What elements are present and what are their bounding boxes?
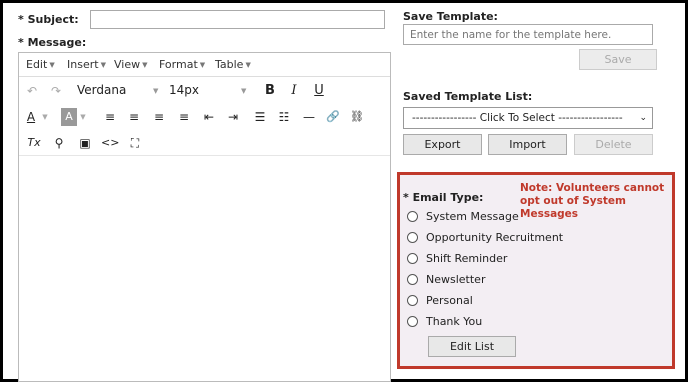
subject-label: * Subject: [18,13,79,26]
email-type-note: Note: Volunteers cannot opt out of Syste… [520,182,665,220]
chevron-down-icon[interactable]: ▼ [41,108,49,126]
toolbar-divider [19,155,390,156]
message-editor[interactable]: Edit ▼ Insert ▼ View ▼ Format ▼ Table ▼ [18,52,391,382]
underline-icon[interactable]: U [310,82,328,100]
option-label: Newsletter [426,273,486,286]
source-code-icon[interactable]: <> [101,134,119,152]
unlink-icon[interactable]: ⛓ [348,108,366,126]
menu-insert[interactable]: Insert ▼ [67,58,106,71]
save-template-label: Save Template: [403,10,498,23]
italic-icon[interactable]: I [285,82,303,100]
chevron-down-icon: ⌄ [639,113,647,123]
redo-icon[interactable]: ↷ [47,82,65,100]
option-label: Thank You [426,315,483,328]
indent-icon[interactable]: ⇥ [224,108,242,126]
chevron-down-icon: ▼ [49,61,55,69]
option-label: Opportunity Recruitment [426,231,564,244]
delete-button[interactable]: Delete [574,134,653,155]
bullet-list-icon[interactable]: ☰ [251,108,269,126]
horizontal-rule-icon[interactable]: — [300,108,318,126]
email-type-label: * Email Type: [403,191,484,204]
font-family-select[interactable]: Verdana ▼ [77,83,161,97]
image-icon[interactable]: ▣ [76,134,94,152]
save-button[interactable]: Save [579,49,657,70]
export-button[interactable]: Export [403,134,482,155]
clear-formatting-icon[interactable]: Tx [25,134,43,152]
binoculars-icon[interactable]: ⚲ [50,134,68,152]
radio-button[interactable] [407,232,418,243]
option-label: System Message [426,210,519,223]
saved-template-select[interactable]: ----------------- Click To Select ------… [403,107,653,129]
text-color-icon[interactable]: A [23,108,39,126]
page-frame: * Subject: * Message: Edit ▼ Insert ▼ View… [0,0,688,382]
bold-icon[interactable]: B [261,82,279,100]
font-size-select[interactable]: 14px ▼ [169,83,249,97]
menu-view[interactable]: View ▼ [114,58,148,71]
align-center-icon[interactable]: ≡ [125,108,143,126]
align-right-icon[interactable]: ≡ [150,108,168,126]
menu-edit[interactable]: Edit ▼ [26,58,55,71]
chevron-down-icon: ▼ [241,87,247,95]
radio-button[interactable] [407,274,418,285]
edit-list-button[interactable]: Edit List [428,336,516,357]
radio-button[interactable] [407,211,418,222]
template-name-input[interactable] [403,24,653,45]
align-justify-icon[interactable]: ≡ [175,108,193,126]
chevron-down-icon: ▼ [199,61,206,69]
chevron-down-icon: ▼ [100,61,106,69]
radio-button[interactable] [407,316,418,327]
chevron-down-icon: ▼ [153,87,159,95]
menu-format[interactable]: Format ▼ [159,58,205,71]
import-button[interactable]: Import [488,134,567,155]
menu-table[interactable]: Table ▼ [215,58,251,71]
message-label: * Message: [18,36,87,49]
radio-button[interactable] [407,295,418,306]
chevron-down-icon: ▼ [142,61,148,69]
option-label: Personal [426,294,473,307]
chevron-down-icon[interactable]: ▼ [79,108,87,126]
saved-template-list-label: Saved Template List: [403,90,533,103]
chevron-down-icon: ▼ [245,61,251,69]
undo-icon[interactable]: ↶ [23,82,41,100]
link-icon[interactable]: 🔗 [324,108,342,126]
outdent-icon[interactable]: ⇤ [200,108,218,126]
email-type-panel: * Email Type: Note: Volunteers cannot op… [397,172,675,369]
background-color-icon[interactable]: A [61,108,77,126]
option-label: Shift Reminder [426,252,508,265]
numbered-list-icon[interactable]: ☷ [275,108,293,126]
editor-menubar: Edit ▼ Insert ▼ View ▼ Format ▼ Table ▼ [19,53,390,77]
radio-button[interactable] [407,253,418,264]
align-left-icon[interactable]: ≡ [101,108,119,126]
subject-input[interactable] [90,10,385,29]
fullscreen-icon[interactable]: ⛶ [126,134,144,152]
